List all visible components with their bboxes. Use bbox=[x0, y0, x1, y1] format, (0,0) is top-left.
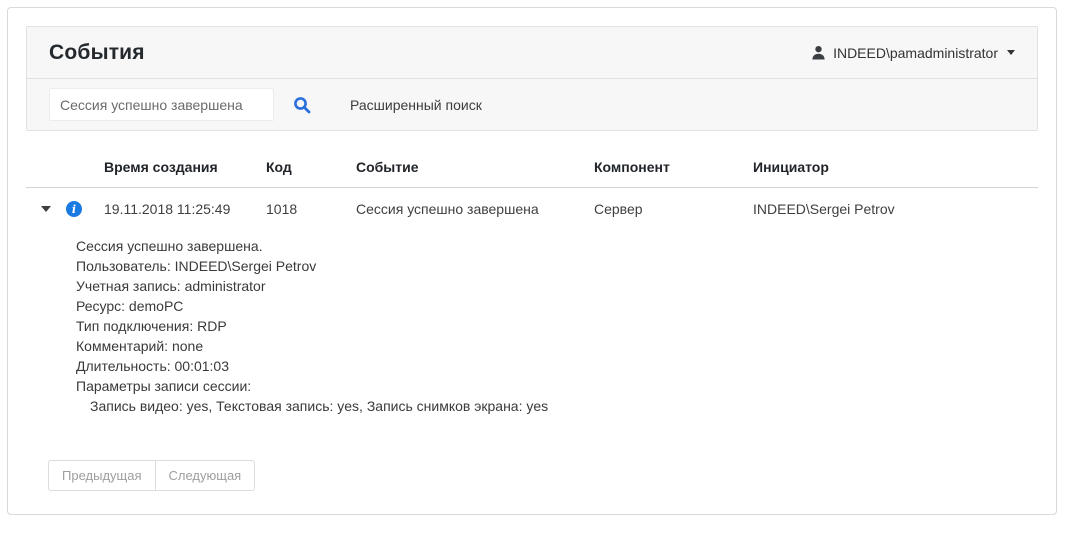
user-menu-label: INDEED\pamadministrator bbox=[833, 45, 998, 61]
cell-code: 1018 bbox=[266, 188, 356, 225]
page-title: События bbox=[49, 41, 145, 65]
search-button[interactable] bbox=[282, 88, 322, 121]
pagination: Предыдущая Следующая bbox=[48, 460, 1038, 491]
user-menu[interactable]: INDEED\pamadministrator bbox=[811, 45, 1015, 61]
table-header-row: Время создания Код Событие Компонент Ини… bbox=[26, 150, 1038, 188]
header-time: Время создания bbox=[104, 150, 266, 187]
chevron-down-icon bbox=[1007, 50, 1015, 55]
detail-line: Ресурс: demoPC bbox=[76, 296, 1038, 316]
events-table: Время создания Код Событие Компонент Ини… bbox=[26, 150, 1038, 416]
detail-line: Сессия успешно завершена. bbox=[76, 236, 1038, 256]
title-band: События INDEED\pamadministrator bbox=[27, 27, 1037, 79]
person-icon bbox=[811, 45, 826, 60]
header-event: Событие bbox=[356, 150, 594, 187]
previous-page-button[interactable]: Предыдущая bbox=[48, 460, 156, 491]
header-code: Код bbox=[266, 150, 356, 187]
table-row: i 19.11.2018 11:25:49 1018 Сессия успешн… bbox=[26, 188, 1038, 225]
detail-line: Длительность: 00:01:03 bbox=[76, 356, 1038, 376]
info-icon[interactable]: i bbox=[66, 201, 82, 217]
search-band: Расширенный поиск bbox=[27, 79, 1037, 130]
detail-line: Учетная запись: administrator bbox=[76, 276, 1038, 296]
header-component: Компонент bbox=[594, 150, 753, 187]
detail-line: Запись видео: yes, Текстовая запись: yes… bbox=[90, 396, 1038, 416]
cell-time: 19.11.2018 11:25:49 bbox=[104, 188, 266, 225]
row-controls: i bbox=[26, 188, 104, 225]
events-card: События INDEED\pamadministrator bbox=[7, 7, 1057, 515]
detail-line: Параметры записи сессии: bbox=[76, 376, 1038, 396]
search-icon bbox=[293, 96, 311, 114]
expand-caret-icon[interactable] bbox=[41, 206, 51, 212]
header-expander-col bbox=[26, 158, 104, 179]
header-initiator: Инициатор bbox=[753, 150, 1038, 187]
detail-line: Комментарий: none bbox=[76, 336, 1038, 356]
event-details: Сессия успешно завершена. Пользователь: … bbox=[26, 225, 1038, 416]
header-panel: События INDEED\pamadministrator bbox=[26, 26, 1038, 131]
cell-initiator: INDEED\Sergei Petrov bbox=[753, 188, 1038, 225]
advanced-search-link[interactable]: Расширенный поиск bbox=[350, 97, 482, 113]
search-input[interactable] bbox=[49, 88, 274, 121]
detail-line: Пользователь: INDEED\Sergei Petrov bbox=[76, 256, 1038, 276]
next-page-button[interactable]: Следующая bbox=[155, 460, 256, 491]
cell-component: Сервер bbox=[594, 188, 753, 225]
cell-event: Сессия успешно завершена bbox=[356, 188, 594, 225]
detail-line: Тип подключения: RDP bbox=[76, 316, 1038, 336]
